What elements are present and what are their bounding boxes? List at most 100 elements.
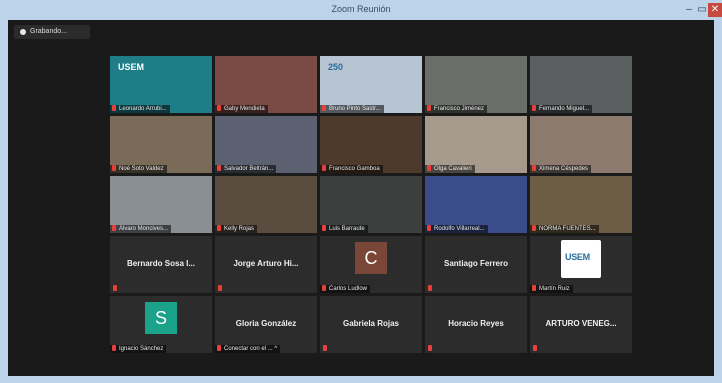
participant-name-label: Bruno Pinto Sastr... [320,105,384,113]
participant-name: Ignacio Sánchez [119,346,164,352]
participant-name: Salvador Beltrán... [224,166,274,172]
participant-avatar: C [355,242,387,274]
participant-name: Martín Ruiz [539,286,570,292]
participant-display-name: Gabriela Rojas [342,319,400,328]
participant-tile[interactable]: Gloria González Conectar con el ... ^ [215,296,317,353]
window-title: Zoom Reunión [331,4,391,14]
participant-tile[interactable]: USEM Leonardo Arrubi... [110,56,212,113]
muted-mic-icon [428,345,432,351]
participant-tile[interactable]: Horacio Reyes [425,296,527,353]
participant-name-label: Gaby Mendieta [215,105,268,113]
muted-mic-icon [112,225,116,232]
muted-mic-icon [427,165,431,172]
muted-mic-icon [322,225,326,232]
participant-tile[interactable]: S Ignacio Sánchez [110,296,212,353]
muted-mic-icon [112,105,116,112]
participant-tile[interactable]: NORMA FUENTES... [530,176,632,233]
participant-tile[interactable]: Álvaro Moncives... [110,176,212,233]
muted-mic-icon [112,165,116,172]
recording-label: Grabando... [30,28,67,35]
participant-tile[interactable]: Kelly Rojas [215,176,317,233]
participant-display-name: ARTURO VENEG... [545,319,617,328]
participant-name-label: Olga Cavalieri [425,165,475,173]
participant-name-label: Leonardo Arrubi... [110,105,170,113]
participant-name: Carlos Ludlow [329,286,368,292]
muted-mic-icon [533,345,537,351]
muted-mic-icon [217,165,221,172]
record-icon [20,29,26,35]
participant-name: Francisco Jiménez [434,106,485,112]
participant-name: Álvaro Moncives... [119,226,169,232]
participant-tile[interactable]: Gabriela Rojas [320,296,422,353]
muted-mic-icon [532,285,536,292]
participant-tile[interactable]: Ximena Céspedes [530,116,632,173]
participant-tile[interactable]: Francisco Gamboa [320,116,422,173]
participant-tile[interactable]: Noé Soto Valdez [110,116,212,173]
close-button[interactable]: ✕ [708,3,722,17]
participant-tile[interactable]: Salvador Beltrán... [215,116,317,173]
participant-name: Rodolfo Villarreal... [434,226,485,232]
participant-display-name: Jorge Arturo Hi... [233,259,299,268]
logo-text: USEM [565,252,590,262]
participant-tile[interactable]: Luis Barraute [320,176,422,233]
muted-mic-icon [217,225,221,232]
muted-mic-icon [217,105,221,112]
participant-tile[interactable]: USEM Martín Ruiz [530,236,632,293]
participant-tile[interactable]: Bernardo Sosa I... [110,236,212,293]
muted-mic-icon [218,285,222,291]
participant-tile[interactable]: 250 Bruno Pinto Sastr... [320,56,422,113]
participant-name-label: Francisco Jiménez [425,105,488,113]
participant-name-label: Rodolfo Villarreal... [425,225,488,233]
muted-mic-icon [322,165,326,172]
participant-name-label: Francisco Gamboa [320,165,383,173]
participant-logo: USEM [561,240,601,278]
participant-avatar: S [145,302,177,334]
participant-name: Luis Barraute [329,226,365,232]
participant-tile[interactable]: ARTURO VENEG... [530,296,632,353]
muted-mic-icon [323,345,327,351]
participant-name-label: Carlos Ludlow [320,285,371,293]
participant-name-label: NORMA FUENTES... [530,225,599,233]
participant-name-label: Salvador Beltrán... [215,165,277,173]
muted-mic-icon [427,105,431,112]
participant-name: Gaby Mendieta [224,106,265,112]
participant-name-label: Martín Ruiz [530,285,573,293]
participant-tile[interactable]: Rodolfo Villarreal... [425,176,527,233]
participant-name: Conectar con el ... ^ [224,346,278,352]
participant-tile[interactable]: Fernando Miguel... [530,56,632,113]
muted-mic-icon [322,105,326,112]
participant-name: Noé Soto Valdez [119,166,164,172]
participant-name-label: Conectar con el ... ^ [215,345,281,353]
muted-mic-icon [112,345,116,352]
participant-name-label: Kelly Rojas [215,225,258,233]
meeting-window: Grabando... USEM Leonardo Arrubi... Gaby M… [8,20,714,376]
muted-mic-icon [427,225,431,232]
muted-mic-icon [428,285,432,291]
recording-indicator[interactable]: Grabando... [14,25,90,39]
participant-name-label: Ximena Céspedes [530,165,592,173]
participant-gallery: USEM Leonardo Arrubi... Gaby Mendieta 250 Br… [110,56,635,355]
participant-display-name: Horacio Reyes [448,319,504,328]
muted-mic-icon [322,285,326,292]
muted-mic-icon [532,225,536,232]
participant-name: Bruno Pinto Sastr... [329,106,381,112]
participant-name-label: Noé Soto Valdez [110,165,167,173]
participant-tile[interactable]: Santiago Ferrero [425,236,527,293]
participant-tile[interactable]: Gaby Mendieta [215,56,317,113]
participant-display-name: Gloria González [235,319,297,328]
participant-name-label: Ignacio Sánchez [110,345,167,353]
participant-name: NORMA FUENTES... [539,226,596,232]
muted-mic-icon [217,345,221,352]
background-overlay-text: USEM [118,62,145,72]
participant-tile[interactable]: Francisco Jiménez [425,56,527,113]
minimize-button[interactable]: – [682,3,696,17]
window-titlebar: Zoom Reunión – ▭ ✕ [0,0,722,20]
participant-tile[interactable]: Jorge Arturo Hi... [215,236,317,293]
maximize-button[interactable]: ▭ [695,3,709,17]
participant-tile[interactable]: Olga Cavalieri [425,116,527,173]
participant-name: Kelly Rojas [224,226,255,232]
participant-name: Francisco Gamboa [329,166,380,172]
muted-mic-icon [532,165,536,172]
participant-name: Ximena Céspedes [539,166,589,172]
participant-tile[interactable]: C Carlos Ludlow [320,236,422,293]
